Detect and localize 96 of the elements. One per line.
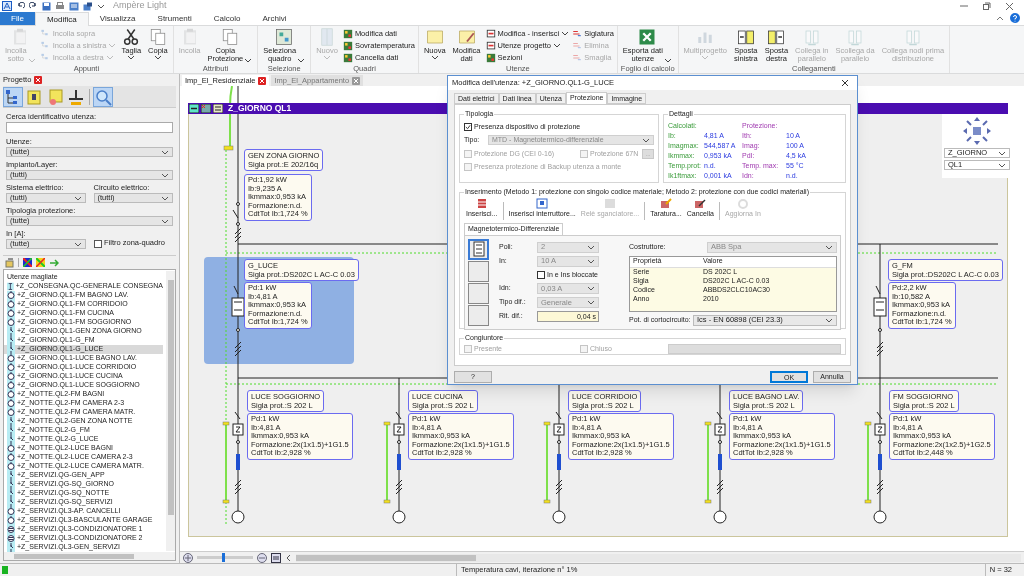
minimize-icon[interactable] [960, 2, 968, 10]
breaker-symbol-drawing [231, 285, 245, 357]
switch-box-icon [536, 198, 549, 209]
checkbox[interactable] [94, 240, 102, 248]
caret-icon [161, 172, 169, 178]
zoom-slider[interactable] [197, 556, 253, 559]
caret-icon [161, 218, 169, 224]
ribbon-tab[interactable]: Modifica [34, 12, 89, 26]
caret-icon [73, 195, 82, 201]
eraser-icon [694, 198, 707, 209]
caret-icon [27, 58, 36, 63]
panel-title: Z_GIORNO QL1 [228, 102, 292, 115]
note-icon [425, 28, 444, 46]
protection-slot[interactable] [468, 304, 489, 326]
caret-icon [825, 244, 833, 250]
panel-icon [25, 87, 43, 106]
breaker-icon [472, 241, 485, 257]
caret-icon [701, 55, 710, 60]
switch-icon [7, 543, 15, 552]
arrow-icon[interactable] [49, 258, 59, 267]
caret-icon [430, 55, 439, 60]
breaker-icon [485, 40, 496, 51]
caret-icon [297, 58, 306, 63]
close-icon[interactable] [841, 79, 849, 87]
caret-icon [74, 241, 82, 247]
window-icon[interactable] [69, 1, 79, 11]
scissors-icon [122, 28, 141, 46]
box-pair-icon [903, 28, 922, 46]
switch-symbol-drawing [232, 202, 242, 243]
grid-icon [342, 40, 353, 51]
terminal-icon [7, 282, 14, 291]
save-icon[interactable] [42, 1, 51, 11]
ribbon-tab[interactable]: Strumenti [146, 12, 203, 25]
file-menu-tab[interactable]: File [0, 12, 35, 25]
folder-icon[interactable] [5, 257, 14, 268]
panel-icon [275, 28, 294, 46]
note-pencil-icon [457, 28, 476, 46]
protection-slot[interactable] [468, 238, 489, 260]
scrollbar[interactable] [4, 552, 175, 560]
caret-icon [161, 195, 169, 201]
scroll-left-icon[interactable] [285, 553, 292, 562]
caret-icon [587, 286, 595, 291]
caret-icon [244, 58, 253, 63]
ribbon-tab[interactable]: Visualizza [88, 12, 147, 25]
caret-icon [97, 3, 105, 9]
list-icon[interactable] [213, 104, 223, 113]
app-title: Ampère Light [113, 0, 167, 13]
caret-icon [663, 58, 672, 63]
checkbox[interactable] [464, 122, 472, 131]
color-grid-icon[interactable] [23, 258, 32, 267]
pencil-icon [659, 198, 672, 209]
ribbon-tab[interactable]: Calcolo [202, 12, 252, 25]
undo-icon[interactable] [16, 2, 25, 10]
box-pair-icon [802, 28, 821, 46]
scrollbar[interactable] [296, 553, 1021, 562]
restore-icon[interactable] [982, 1, 991, 11]
zoom-out-icon[interactable] [257, 552, 267, 563]
fit-icon[interactable] [271, 552, 281, 563]
slider-thumb[interactable] [222, 553, 226, 562]
windows-icon[interactable] [83, 1, 93, 11]
grid-icon [342, 28, 353, 39]
caret-icon [587, 300, 595, 305]
navigation-arrows-icon[interactable] [962, 116, 992, 146]
caret-icon [153, 55, 162, 60]
search-icon [94, 87, 112, 106]
breaker-icon [475, 198, 488, 209]
color-grid-icon[interactable] [36, 258, 45, 267]
redo-icon[interactable] [29, 2, 38, 10]
collapse-icon[interactable] [189, 104, 199, 113]
grid-icon [485, 52, 496, 63]
close-icon[interactable] [1005, 1, 1014, 11]
progress-indicator [2, 566, 8, 574]
scrollbar[interactable] [166, 271, 175, 551]
grid-icon [342, 52, 353, 63]
toolbar-button[interactable] [3, 86, 23, 107]
breaker-symbol-drawing [873, 285, 887, 357]
folders-icon [46, 87, 64, 106]
check-icon [465, 123, 471, 130]
search-field[interactable] [6, 122, 173, 133]
caret-icon [161, 149, 169, 155]
protection-slot[interactable] [468, 282, 489, 304]
caret-icon [642, 137, 650, 143]
ground-icon [67, 87, 85, 106]
caret-icon [825, 317, 833, 323]
printer-icon[interactable] [55, 1, 65, 11]
panel-icon[interactable] [201, 104, 211, 113]
caret-icon [127, 55, 136, 60]
box-pair-icon [846, 28, 865, 46]
app-logo-icon [2, 1, 12, 11]
help-icon[interactable] [1010, 13, 1020, 23]
collapse-ribbon-icon[interactable] [996, 15, 1004, 21]
protection-slot[interactable] [468, 260, 489, 282]
caret-icon [323, 55, 332, 60]
checkbox[interactable] [537, 270, 545, 279]
zoom-in-icon[interactable] [183, 552, 193, 563]
ribbon-tab[interactable]: Archivi [251, 12, 298, 25]
